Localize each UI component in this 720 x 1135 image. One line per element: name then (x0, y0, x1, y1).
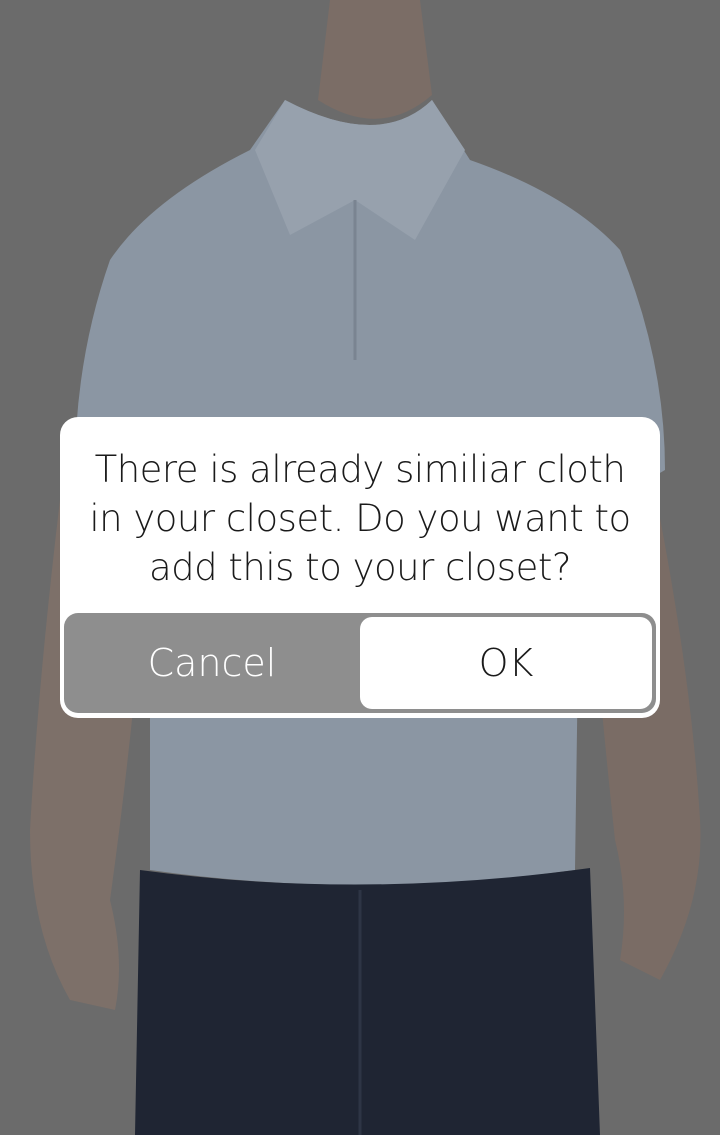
confirm-dialog: There is already similiar cloth in your … (60, 417, 660, 718)
ok-button[interactable]: OK (360, 617, 652, 709)
dialog-message: There is already similiar cloth in your … (89, 448, 631, 589)
dialog-button-bar: Cancel OK (64, 613, 656, 713)
cancel-button[interactable]: Cancel (64, 613, 360, 713)
